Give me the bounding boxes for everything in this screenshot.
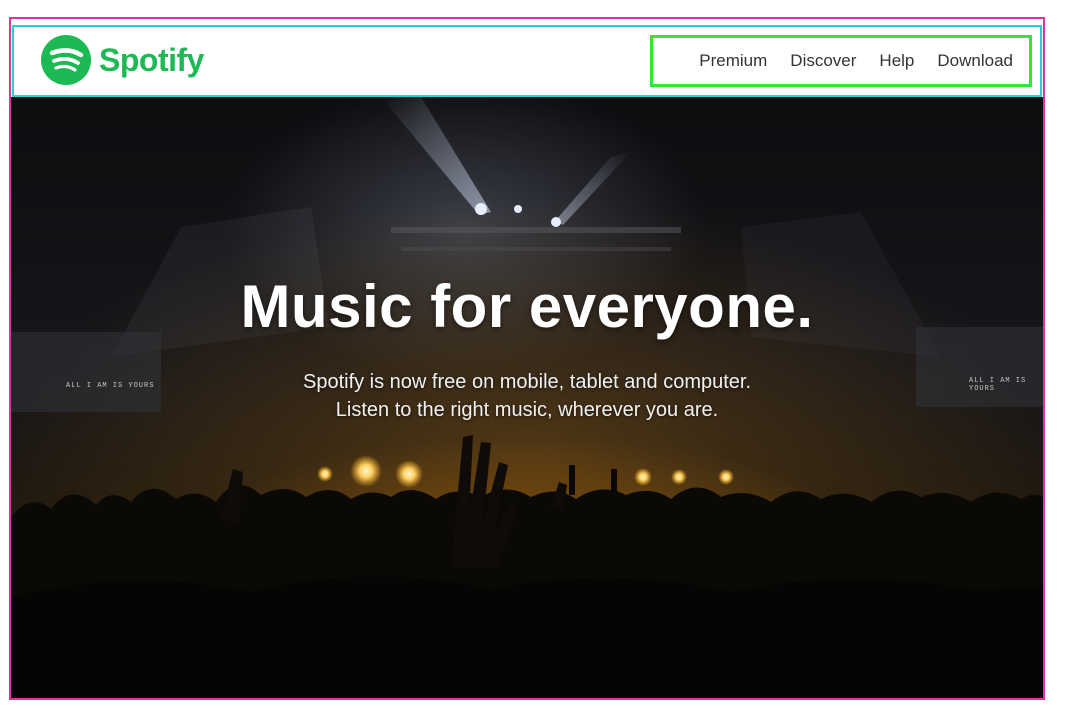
page-annotation-frame [9,17,1045,700]
